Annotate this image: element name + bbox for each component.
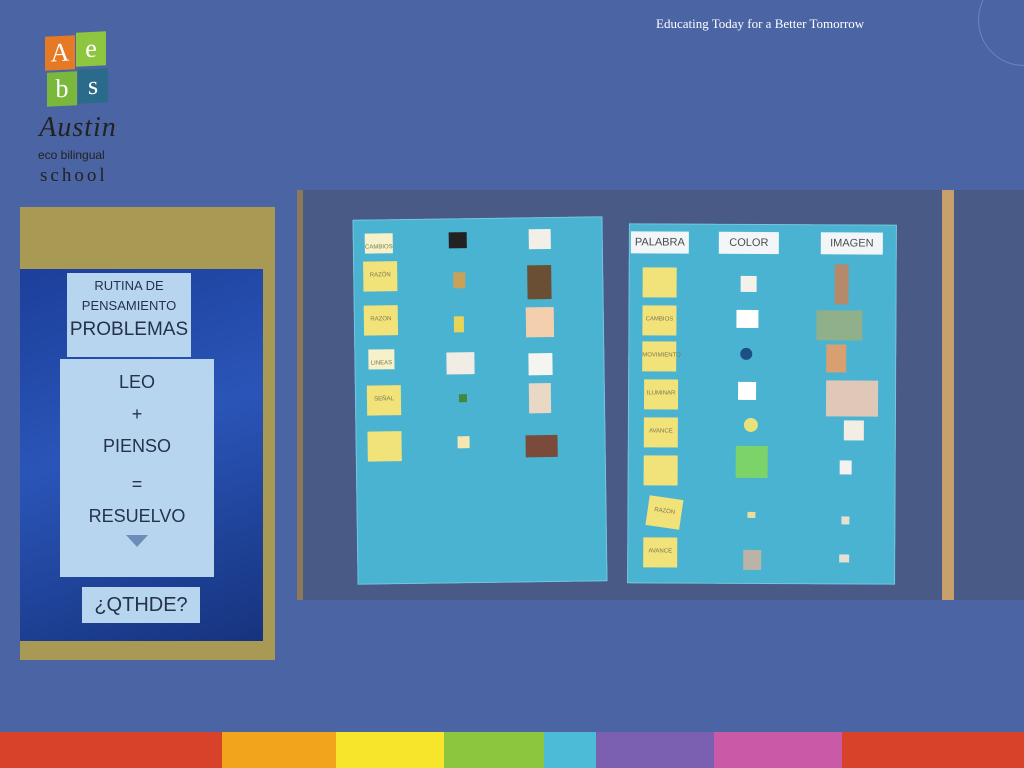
thinking-routine-photo: RUTINA DE PENSAMIENTO PROBLEMAS LEO + PI…: [20, 207, 275, 660]
logo-script-text: Austin: [39, 112, 117, 143]
poster-steps-card: LEO + PIENSO = RESUELVO: [60, 359, 214, 577]
note-left-5-label: SEÑAL: [374, 396, 394, 403]
logo-school-word: school: [40, 165, 108, 186]
decorative-arc: [978, 0, 1024, 66]
note-right-6: [643, 455, 678, 486]
color-swatch-tiny: [747, 511, 756, 518]
note-right-1: [642, 267, 677, 298]
header-imagen: IMAGEN: [820, 232, 883, 255]
image-card-watch: [834, 264, 849, 305]
note-right-3-label: MOVIMIENTO: [642, 352, 681, 359]
color-swatch-white: [446, 352, 475, 375]
rainbow-footer-bar: [0, 732, 1024, 768]
image-card-people: [825, 380, 879, 417]
note-right-2-label: CAMBIOS: [645, 316, 674, 323]
color-swatch-black: [448, 232, 467, 249]
header-color: COLOR: [718, 231, 779, 255]
rainbow-band-green: [444, 732, 544, 768]
note-right-4: ILUMINAR: [643, 379, 679, 410]
color-swatch-tan: [453, 272, 466, 289]
image-card-small-2: [841, 516, 850, 525]
color-swatch-yellow-dot: [743, 417, 758, 432]
step-leo: LEO: [118, 372, 156, 392]
frame-edge-left: [297, 190, 303, 600]
poster-title-line3: PROBLEMAS: [69, 319, 189, 340]
note-left-2: RAZÓN: [363, 261, 398, 292]
note-left-2-label: RAZÓN: [369, 272, 391, 279]
image-card-text: [528, 228, 551, 250]
chart-sheet-right: PALABRA COLOR IMAGEN CAMBIOS MOVIMIENTO …: [627, 223, 897, 585]
chart-sheet-left: CAMBIOS RAZÓN RAZON LINEAS SEÑAL: [352, 216, 608, 585]
note-right-2: CAMBIOS: [642, 305, 677, 336]
note-right-8: AVANCE: [643, 537, 678, 568]
rainbow-band-orange: [222, 732, 336, 768]
header-palabra: PALABRA: [630, 231, 689, 254]
image-card-small-1: [839, 460, 852, 475]
logo-tile-a: A: [45, 35, 75, 71]
note-left-1-label: CAMBIOS: [364, 244, 393, 251]
rainbow-band-red: [0, 732, 222, 768]
header-tagline: Educating Today for a Better Tomorrow: [656, 16, 865, 31]
poster-question-card: ¿QTHDE?: [82, 587, 200, 623]
image-card-question-mark: [528, 352, 553, 376]
rainbow-band-purple: [596, 732, 714, 768]
note-left-3: RAZON: [363, 305, 399, 336]
rainbow-band-cyan: [544, 732, 596, 768]
image-card-hands: [816, 310, 863, 341]
color-swatch-yellow: [453, 316, 465, 333]
note-right-5: AVANCE MÁS: [643, 417, 678, 463]
note-right-4-label: ILUMINAR: [646, 390, 676, 397]
color-swatch-grey: [743, 549, 762, 570]
note-right-8-label: AVANCE: [648, 548, 673, 555]
poster-title-card: RUTINA DE PENSAMIENTO PROBLEMAS: [67, 273, 191, 357]
image-card-figure: [843, 420, 864, 441]
logo-tile-s: s: [78, 68, 108, 104]
image-card-building: [527, 264, 552, 300]
rainbow-band-magenta: [714, 732, 842, 768]
color-swatch-white-1: [736, 309, 759, 328]
word-color-image-photo: CAMBIOS RAZÓN RAZON LINEAS SEÑAL PALABRA…: [297, 190, 1024, 600]
poster-title-line1: RUTINA DE: [94, 278, 164, 293]
image-card-road: [525, 434, 558, 458]
color-swatch-green: [735, 445, 768, 479]
note-right-7: RAZÓN: [645, 495, 684, 530]
note-left-3-label: RAZON: [370, 316, 392, 323]
color-swatch-white-2: [738, 381, 757, 400]
note-left-4: LINEAS: [368, 349, 395, 370]
rainbow-band-red-end: [842, 732, 1024, 768]
note-right-7-label: RAZÓN: [653, 507, 676, 516]
arrow-down-icon: [126, 535, 148, 547]
note-left-6: [367, 431, 402, 462]
rainbow-band-yellow: [336, 732, 444, 768]
step-pienso: PIENSO: [102, 436, 172, 456]
image-card-red-signal: [528, 383, 552, 414]
step-plus: +: [131, 404, 143, 424]
blue-poster: RUTINA DE PENSAMIENTO PROBLEMAS LEO + PI…: [20, 269, 263, 641]
image-card-head-gears: [525, 306, 555, 338]
school-logo: A e b s Austin eco bilingual school: [20, 30, 140, 190]
image-card-bulb: [826, 344, 847, 373]
step-equals: =: [131, 474, 143, 494]
logo-tile-e: e: [76, 31, 106, 67]
color-swatch-cream: [457, 436, 470, 449]
color-swatch-green: [458, 394, 468, 403]
note-left-5: SEÑAL: [366, 385, 402, 416]
color-swatch-navy: [740, 347, 753, 360]
note-left-4-label: LINEAS: [370, 360, 393, 367]
poster-title-line2: PENSAMIENTO: [81, 298, 177, 313]
note-right-3: MOVIMIENTO: [642, 341, 681, 372]
logo-subtitle: eco bilingual: [38, 148, 105, 162]
wooden-frame-strip: [942, 190, 954, 600]
logo-tile-b: b: [47, 71, 77, 107]
image-card-small-3: [839, 554, 850, 563]
color-swatch-white-green: [740, 275, 757, 292]
note-left-1: CAMBIOS: [364, 233, 393, 254]
step-resuelvo: RESUELVO: [88, 506, 186, 526]
